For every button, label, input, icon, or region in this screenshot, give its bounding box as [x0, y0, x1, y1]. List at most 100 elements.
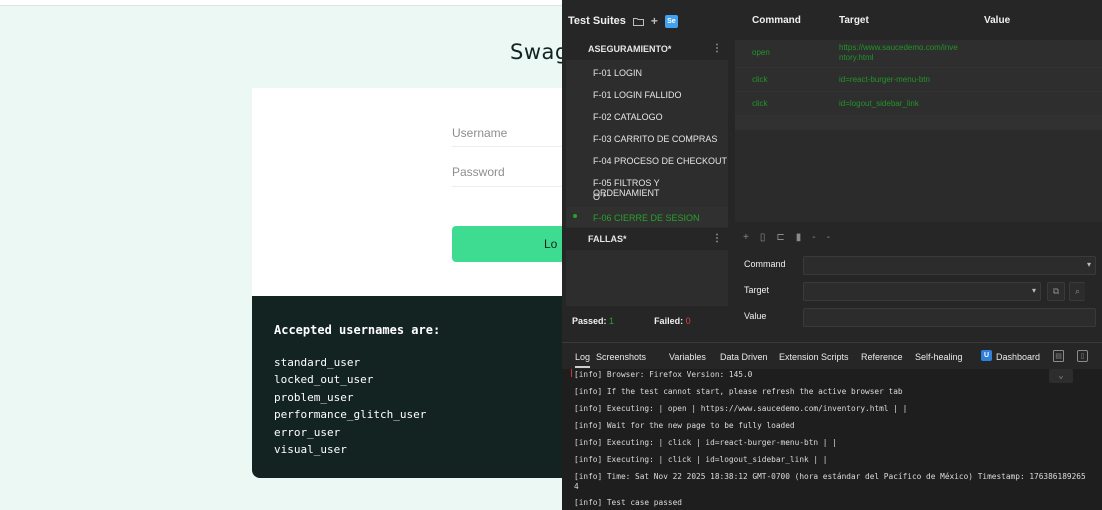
test-case-item[interactable]: F-01 LOGIN	[566, 62, 728, 84]
column-target: Target	[839, 15, 869, 26]
login-button-label: Lo	[544, 237, 558, 251]
target-cell: id=logout_sidebar_link	[839, 99, 919, 108]
chevron-down-icon: ▾	[1086, 260, 1091, 269]
run-status: Passed: 1 Failed: 0	[572, 316, 691, 326]
username-item: problem_user	[274, 390, 354, 404]
paste-command-icon[interactable]: ▮	[796, 232, 802, 243]
login-button[interactable]: Lo	[452, 226, 572, 262]
command-cell: click	[752, 99, 768, 108]
column-value: Value	[984, 15, 1011, 26]
log-line: [info] Wait for the new page to be fully…	[574, 421, 795, 430]
passed-status: Passed: 1	[572, 316, 615, 326]
log-scroll-marker	[571, 369, 572, 377]
suites-header: Test Suites + Se	[568, 10, 678, 32]
suite-group-fallas[interactable]: FALLAS* ⋮	[566, 228, 728, 250]
command-cell: open	[752, 48, 770, 57]
suites-title: Test Suites	[568, 15, 626, 27]
password-underline	[452, 186, 572, 187]
log-line: [info] Executing: | click | id=react-bur…	[574, 438, 837, 447]
command-row[interactable]: open https://www.saucedemo.com/inve ntor…	[735, 40, 1102, 68]
page-title: Swag	[510, 40, 569, 64]
command-row[interactable]: click id=logout_sidebar_link	[735, 92, 1102, 116]
log-line: [info] Time: Sat Nov 22 2025 18:38:12 GM…	[574, 472, 1086, 481]
log-line: [info] Executing: | open | https://www.s…	[574, 404, 908, 413]
credentials-panel: Accepted usernames are: standard_user lo…	[252, 296, 572, 478]
failed-status: Failed: 0	[654, 316, 691, 326]
target-cell: https://www.saucedemo.com/inve ntory.htm…	[839, 43, 958, 62]
delete-command-icon[interactable]: ▯	[760, 232, 766, 243]
tab-extension-scripts[interactable]: Extension Scripts	[779, 352, 849, 362]
username-item: standard_user	[274, 356, 361, 369]
folder-icon[interactable]	[632, 17, 644, 26]
selenium-badge-icon[interactable]: Se	[664, 14, 678, 28]
username-item: performance_glitch_user	[274, 408, 427, 422]
passed-count: 1	[609, 316, 615, 326]
test-case-item[interactable]: F-02 CATALOGO	[566, 106, 728, 128]
log-line: [info] Test case passed	[574, 498, 682, 507]
suite-tree: ASEGURAMIENTO* ⋮ F-01 LOGIN F-01 LOGIN F…	[566, 38, 728, 306]
find-target-icon[interactable]: ⌕	[1069, 282, 1085, 301]
commands-table-header: Command Target Value	[735, 0, 1102, 40]
test-case-item[interactable]: F-04 PROCESO DE CHECKOUT	[566, 150, 728, 172]
suite-group-label: ASEGURAMIENTO*	[588, 44, 672, 54]
suite-menu-dots-icon[interactable]: ⋮	[712, 43, 722, 54]
suite-group-label: FALLAS*	[588, 234, 627, 244]
tab-dashboard[interactable]: Dashboard	[996, 352, 1040, 362]
collapse-chevron-icon[interactable]: ⌄	[1049, 369, 1073, 383]
username-item: visual_user	[274, 443, 347, 457]
tab-self-healing[interactable]: Self-healing	[915, 352, 963, 362]
command-select[interactable]: ▾	[803, 256, 1096, 275]
tab-variables[interactable]: Variables	[669, 352, 706, 362]
log-line: [info] Executing: | click | id=logout_si…	[574, 455, 828, 464]
value-label: Value	[744, 311, 767, 321]
move-down-icon[interactable]: ‑	[827, 232, 830, 243]
suite-group-aseguramiento[interactable]: ASEGURAMIENTO* ⋮	[566, 38, 728, 60]
test-suites-panel: Test Suites + Se ASEGURAMIENTO* ⋮ F-01 L…	[562, 0, 730, 342]
username-item: error_user	[274, 425, 341, 439]
command-toolbar: + ▯ ⊏ ▮ ‑ ‑	[735, 228, 1102, 246]
target-select[interactable]: ▾	[803, 282, 1041, 301]
failed-count: 0	[685, 316, 691, 326]
username-item: locked_out_user	[274, 373, 374, 387]
running-indicator-icon	[573, 214, 577, 218]
move-up-icon[interactable]: ‑	[812, 232, 815, 243]
dashboard-icon[interactable]: U	[981, 350, 992, 361]
log-line: 4	[574, 482, 579, 491]
tab-reference[interactable]: Reference	[861, 352, 903, 362]
log-line: [info] If the test cannot start, please …	[574, 387, 903, 396]
command-editor: Command ▾ Target ▾ ⧉ ⌕ Value	[735, 248, 1102, 338]
log-tabs: Log Screenshots Variables Data Driven Ex…	[562, 342, 1102, 368]
suite-menu-dots-icon[interactable]: ⋮	[712, 233, 722, 244]
test-case-item[interactable]: F-05 FILTROS Y ORDENAMIENT O *	[566, 172, 728, 206]
login-card: Username Password Lo	[252, 88, 572, 296]
save-log-icon[interactable]: ▤	[1053, 350, 1064, 362]
target-row-editor: Target ▾ ⧉ ⌕	[735, 278, 1102, 304]
command-row[interactable]: click id=react-burger-menu-btn	[735, 68, 1102, 92]
tab-data-driven[interactable]: Data Driven	[720, 352, 768, 362]
copy-command-icon[interactable]: ⊏	[776, 232, 784, 243]
column-command: Command	[752, 15, 801, 26]
command-row-editor: Command ▾	[735, 252, 1102, 278]
clear-log-icon[interactable]: ▯	[1077, 350, 1088, 362]
add-command-icon[interactable]: +	[743, 232, 749, 243]
credentials-heading: Accepted usernames are:	[274, 323, 441, 337]
log-line: [info] Browser: Firefox Version: 145.0	[574, 370, 753, 379]
chevron-down-icon: ▾	[1031, 286, 1036, 295]
target-label: Target	[744, 285, 770, 295]
plus-icon[interactable]: +	[651, 14, 658, 28]
command-row-empty[interactable]	[735, 116, 1102, 130]
command-cell: click	[752, 75, 768, 84]
test-case-item[interactable]: F-01 LOGIN FALLIDO	[566, 84, 728, 106]
username-input[interactable]: Username	[452, 126, 507, 140]
tab-log[interactable]: Log	[575, 352, 591, 368]
test-case-item[interactable]: F-03 CARRITO DE COMPRAS	[566, 128, 728, 150]
target-cell: id=react-burger-menu-btn	[839, 75, 930, 84]
select-target-icon[interactable]: ⧉	[1047, 282, 1065, 301]
command-label: Command	[744, 259, 786, 269]
password-input[interactable]: Password	[452, 165, 505, 179]
test-case-item-selected[interactable]: F-06 CIERRE DE SESION	[566, 207, 728, 227]
selenium-ide-window: Test Suites + Se ASEGURAMIENTO* ⋮ F-01 L…	[562, 0, 1102, 510]
value-row-editor: Value	[735, 304, 1102, 330]
tab-screenshots[interactable]: Screenshots	[596, 352, 646, 362]
value-input[interactable]	[803, 308, 1096, 327]
